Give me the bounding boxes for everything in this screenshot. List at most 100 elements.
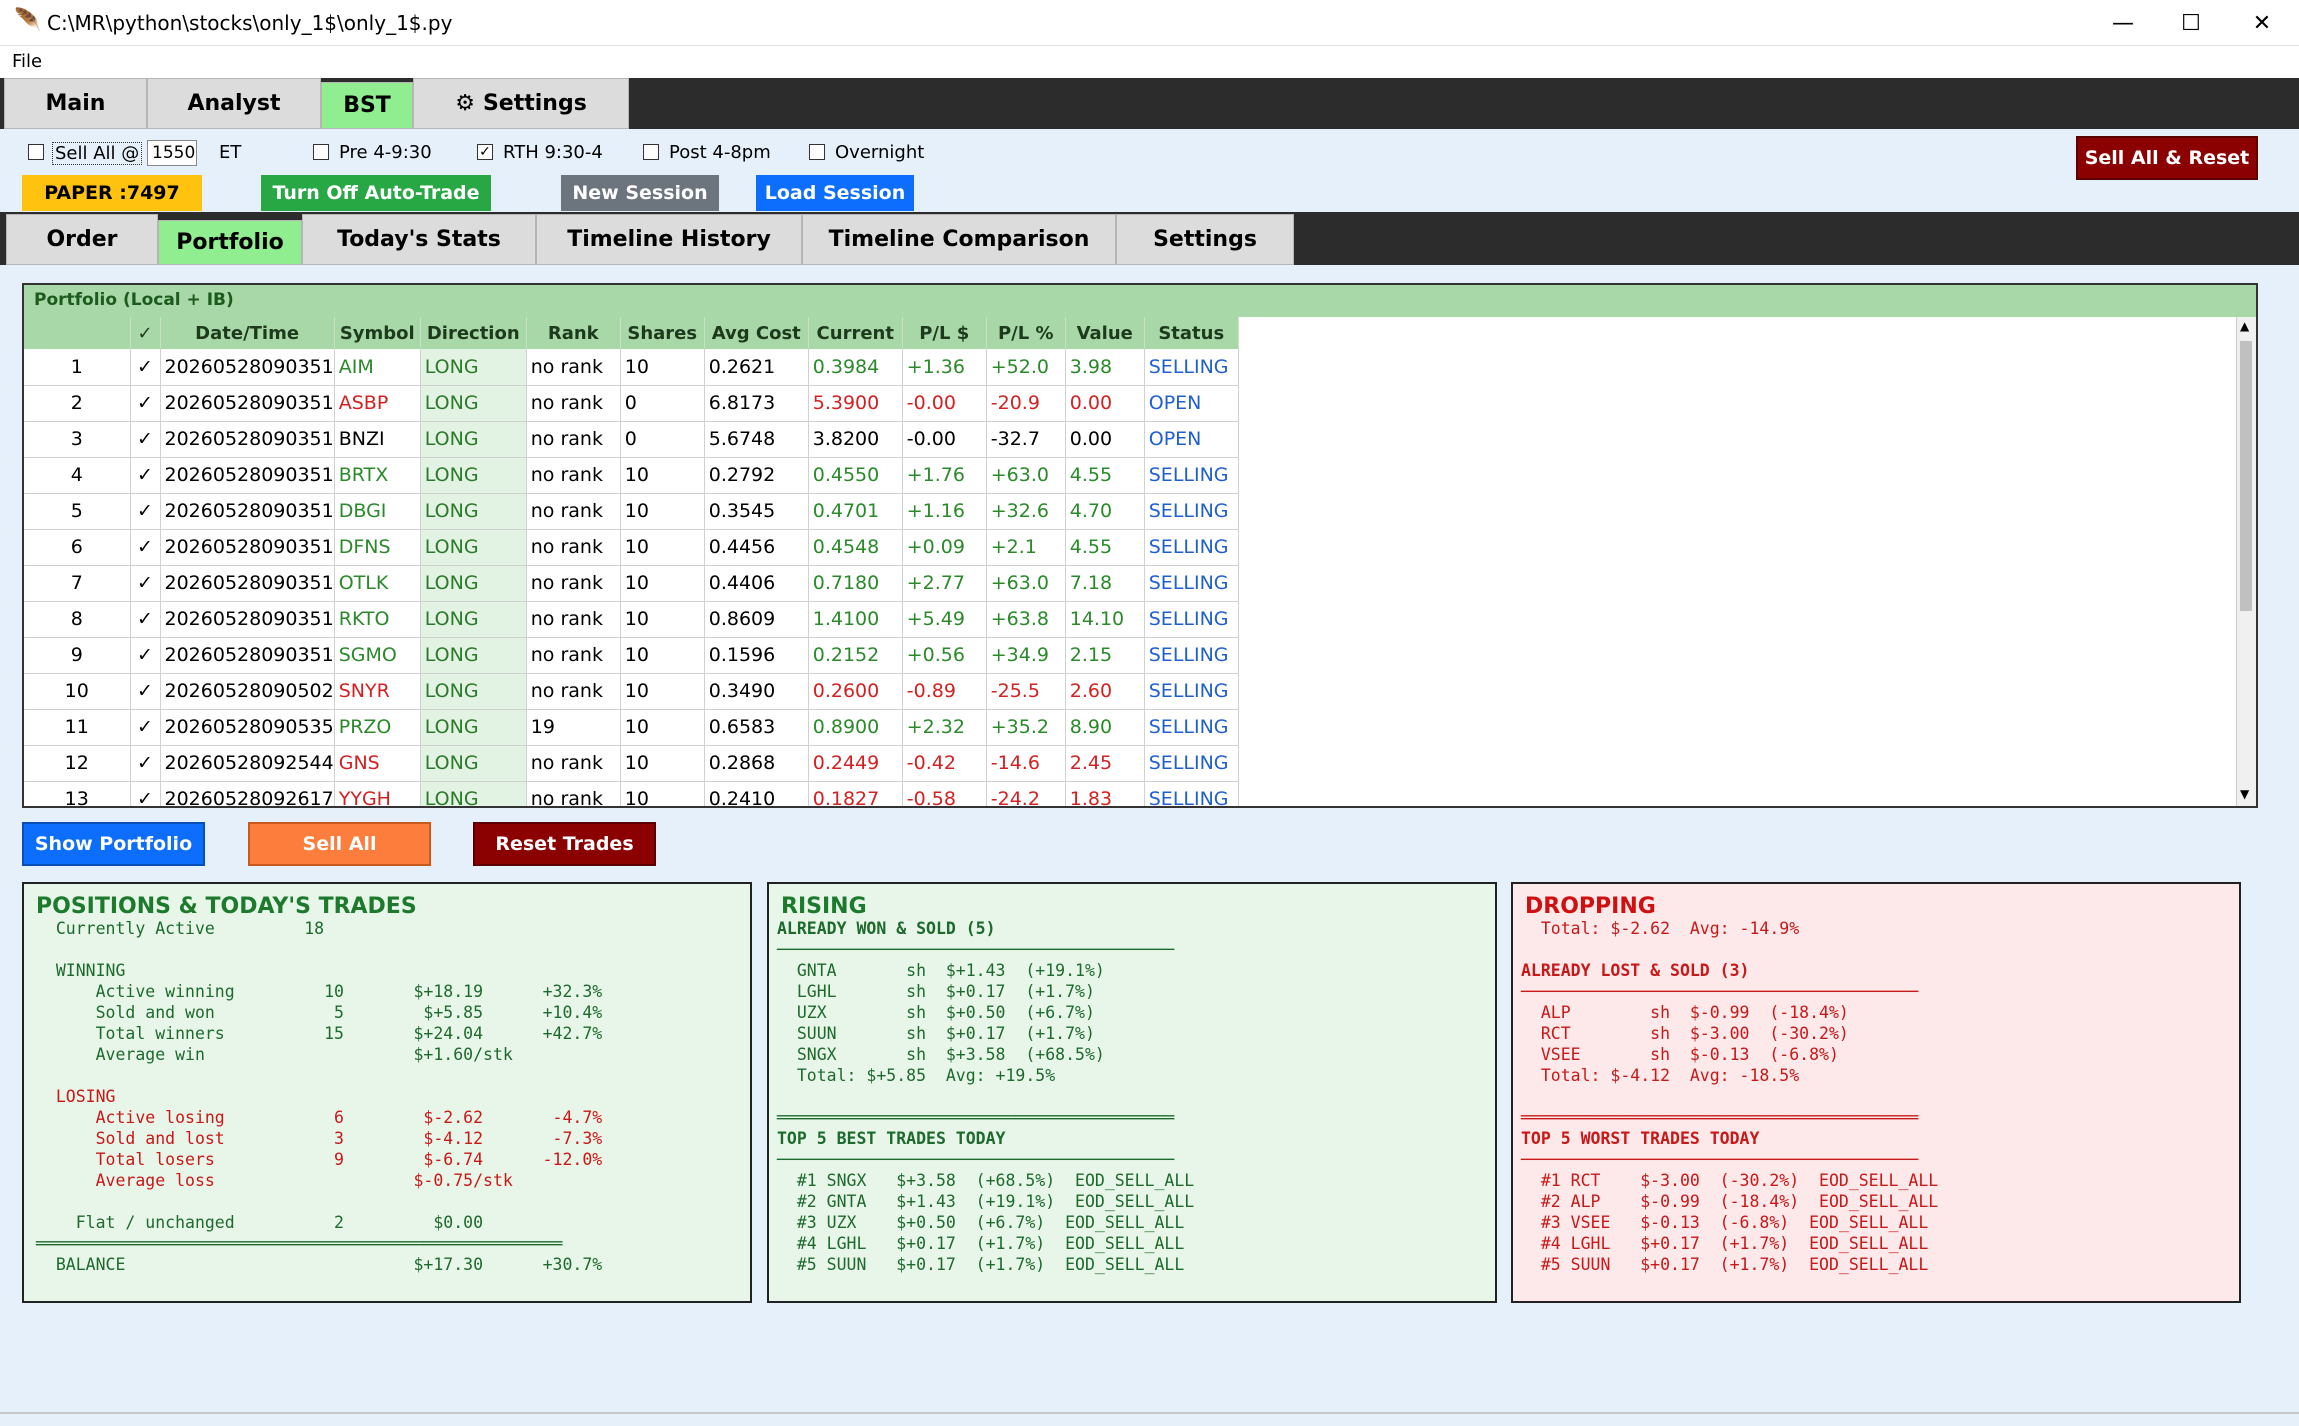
cell-rank: no rank: [526, 493, 621, 530]
show-portfolio-button[interactable]: Show Portfolio: [22, 822, 205, 866]
rising-panel: RISING ALREADY WON & SOLD (5) ───────────…: [767, 882, 1497, 1303]
dropping-line: #1 RCT $-3.00 (-30.2%) EOD_SELL_ALL: [1521, 1171, 1939, 1190]
table-row[interactable]: 3 ✓ 20260528090351 BNZI LONG no rank 0 5.6748 3.…: [24, 421, 1239, 458]
tab-settings-sub[interactable]: Settings: [1116, 214, 1294, 265]
table-row[interactable]: 11 ✓ 20260528090535 PRZO LONG 19 10 0.6583 0.890…: [24, 709, 1239, 746]
scroll-up-arrow-icon[interactable]: ▲: [2240, 319, 2249, 333]
col-datetime[interactable]: Date/Time: [160, 317, 335, 349]
cell-value: 7.18: [1065, 565, 1145, 602]
tab-settings-main[interactable]: ⚙ Settings: [413, 78, 629, 129]
cell-status: SELLING: [1144, 709, 1239, 746]
sell-all-at-label[interactable]: Sell All @: [52, 142, 143, 165]
post-session-label: Post 4-8pm: [669, 142, 771, 163]
rising-line: ════════════════════════════════════════: [777, 1108, 1175, 1127]
load-session-button[interactable]: Load Session: [756, 175, 914, 211]
cell-shares: 10: [620, 529, 705, 566]
positions-line: BALANCE $+17.30 +30.7%: [36, 1255, 603, 1274]
cell-datetime: 20260528090351: [160, 529, 335, 566]
col-check[interactable]: ✓: [130, 317, 161, 349]
dropping-line: VSEE sh $-0.13 (-6.8%): [1521, 1045, 1839, 1064]
dropping-line: Total: $-4.12 Avg: -18.5%: [1521, 1066, 1800, 1085]
sell-time-input[interactable]: [147, 140, 197, 166]
auto-trade-button[interactable]: Turn Off Auto-Trade: [261, 175, 491, 211]
reset-trades-button[interactable]: Reset Trades: [473, 822, 656, 866]
sell-all-button[interactable]: Sell All: [248, 822, 431, 866]
cell-datetime: 20260528090351: [160, 637, 335, 674]
tab-portfolio[interactable]: Portfolio: [158, 220, 302, 265]
tab-main[interactable]: Main: [4, 78, 147, 129]
cell-current: 0.4548: [808, 529, 903, 566]
tab-timeline-history[interactable]: Timeline History: [536, 214, 802, 265]
cell-current: 0.2600: [808, 673, 903, 710]
rising-line: ────────────────────────────────────────: [777, 1150, 1175, 1169]
tab-todays-stats[interactable]: Today's Stats: [302, 214, 536, 265]
table-row[interactable]: 10 ✓ 20260528090502 SNYR LONG no rank 10 0.3490…: [24, 673, 1239, 710]
table-row[interactable]: 7 ✓ 20260528090351 OTLK LONG no rank 10 0.4406 0…: [24, 565, 1239, 602]
cell-current: 0.4701: [808, 493, 903, 530]
sell-all-reset-button[interactable]: Sell All & Reset: [2076, 136, 2258, 180]
maximize-button[interactable]: ☐: [2157, 0, 2225, 46]
col-shares[interactable]: Shares: [620, 317, 705, 349]
col-pl-dollar[interactable]: P/L $: [902, 317, 987, 349]
positions-text: Currently Active 18 WINNING Active winni…: [36, 918, 602, 1275]
tab-order[interactable]: Order: [6, 214, 158, 265]
rth-session-checkbox[interactable]: ✓: [477, 144, 493, 160]
cell-current: 5.3900: [808, 385, 903, 422]
cell-direction: LONG: [420, 709, 527, 746]
post-session-checkbox[interactable]: [643, 144, 659, 160]
col-status[interactable]: Status: [1144, 317, 1239, 349]
cell-pl-dollar: +1.76: [902, 457, 987, 494]
table-row[interactable]: 12 ✓ 20260528092544 GNS LONG no rank 10 0.2868 0…: [24, 745, 1239, 782]
cell-rank: no rank: [526, 457, 621, 494]
cell-symbol: AIM: [334, 349, 421, 386]
tab-bst[interactable]: BST: [321, 82, 413, 129]
table-row[interactable]: 4 ✓ 20260528090351 BRTX LONG no rank 10 0.2792 0…: [24, 457, 1239, 494]
close-button[interactable]: ✕: [2228, 0, 2296, 46]
col-direction[interactable]: Direction: [420, 317, 527, 349]
new-session-button[interactable]: New Session: [561, 175, 719, 211]
gear-icon: ⚙: [455, 91, 475, 116]
positions-line: LOSING: [36, 1087, 116, 1106]
cell-value: 0.00: [1065, 421, 1145, 458]
minimize-button[interactable]: —: [2089, 0, 2157, 46]
cell-value: 4.70: [1065, 493, 1145, 530]
cell-check: ✓: [130, 709, 161, 746]
col-symbol[interactable]: Symbol: [334, 317, 421, 349]
cell-check: ✓: [130, 673, 161, 710]
col-avg-cost[interactable]: Avg Cost: [704, 317, 809, 349]
cell-symbol: ASBP: [334, 385, 421, 422]
menu-file[interactable]: File: [12, 51, 42, 72]
table-scrollbar[interactable]: ▲ ▼: [2236, 317, 2256, 806]
cell-value: 8.90: [1065, 709, 1145, 746]
sell-all-at-checkbox[interactable]: [28, 144, 44, 160]
table-row[interactable]: 1 ✓ 20260528090351 AIM LONG no rank 10 0.2621 0.…: [24, 349, 1239, 386]
table-row[interactable]: 9 ✓ 20260528090351 SGMO LONG no rank 10 0.1596 0…: [24, 637, 1239, 674]
cell-check: ✓: [130, 421, 161, 458]
col-current[interactable]: Current: [808, 317, 903, 349]
scrollbar-thumb[interactable]: [2240, 341, 2252, 611]
scroll-down-arrow-icon[interactable]: ▼: [2240, 787, 2249, 801]
cell-check: ✓: [130, 457, 161, 494]
table-row[interactable]: 8 ✓ 20260528090351 RKTO LONG no rank 10 0.8609 1…: [24, 601, 1239, 638]
tab-analyst[interactable]: Analyst: [147, 78, 321, 129]
cell-index: 8: [24, 601, 131, 638]
table-row[interactable]: 2 ✓ 20260528090351 ASBP LONG no rank 0 6.8173 5.…: [24, 385, 1239, 422]
overnight-session-checkbox[interactable]: [809, 144, 825, 160]
pre-session-checkbox[interactable]: [313, 144, 329, 160]
table-row[interactable]: 6 ✓ 20260528090351 DFNS LONG no rank 10 0.4456 0…: [24, 529, 1239, 566]
cell-avg-cost: 0.2410: [704, 781, 809, 806]
cell-direction: LONG: [420, 421, 527, 458]
cell-index: 11: [24, 709, 131, 746]
table-row[interactable]: 5 ✓ 20260528090351 DBGI LONG no rank 10 0.3545 0…: [24, 493, 1239, 530]
col-pl-percent[interactable]: P/L %: [986, 317, 1066, 349]
cell-index: 6: [24, 529, 131, 566]
col-value[interactable]: Value: [1065, 317, 1145, 349]
cell-check: ✓: [130, 745, 161, 782]
tab-timeline-comparison[interactable]: Timeline Comparison: [802, 214, 1116, 265]
cell-datetime: 20260528090351: [160, 421, 335, 458]
positions-line: ════════════════════════════════════════…: [36, 1234, 563, 1253]
cell-pl-percent: -14.6: [986, 745, 1066, 782]
col-rank[interactable]: Rank: [526, 317, 621, 349]
table-row[interactable]: 13 ✓ 20260528092617 YYGH LONG no rank 10 0.2410…: [24, 781, 1239, 806]
cell-index: 10: [24, 673, 131, 710]
